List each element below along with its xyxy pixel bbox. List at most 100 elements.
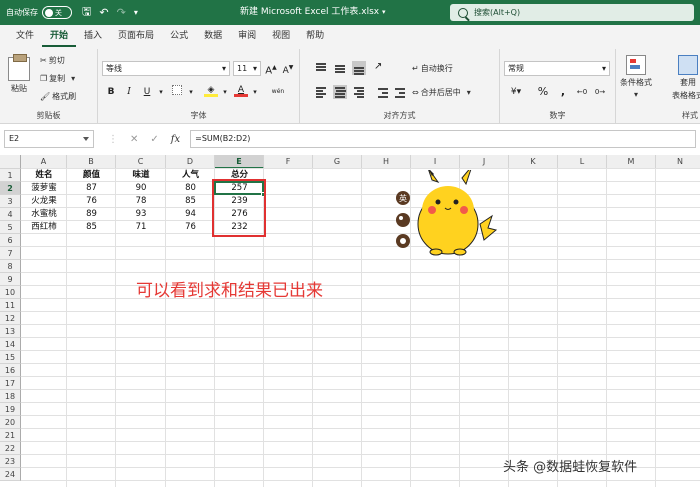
cell-a4[interactable]: 水蜜桃 (21, 208, 67, 221)
column-header-e[interactable]: E (215, 155, 264, 169)
row-header-24[interactable]: 24 (0, 468, 21, 481)
row-header-13[interactable]: 13 (0, 325, 21, 338)
cell-d2[interactable]: 80 (166, 182, 215, 195)
cell-b3[interactable]: 76 (67, 195, 116, 208)
row-header-10[interactable]: 10 (0, 286, 21, 299)
row-header-23[interactable]: 23 (0, 455, 21, 468)
column-header-j[interactable]: J (460, 155, 509, 169)
underline-button[interactable]: U (140, 85, 154, 99)
row-header-21[interactable]: 21 (0, 429, 21, 442)
tab-help[interactable]: 帮助 (298, 25, 332, 47)
increase-indent-icon[interactable] (393, 85, 407, 99)
cell-c5[interactable]: 71 (116, 221, 166, 234)
row-header-14[interactable]: 14 (0, 338, 21, 351)
cell-b4[interactable]: 89 (67, 208, 116, 221)
border-dropdown-icon[interactable]: ▾ (184, 85, 198, 99)
column-header-l[interactable]: L (558, 155, 607, 169)
fill-color-icon[interactable]: ◈ (204, 83, 218, 97)
border-icon[interactable] (170, 85, 184, 99)
insert-function-icon[interactable]: fx (171, 134, 180, 145)
worksheet-grid[interactable]: A B C D E F G H I J K L M N 1 2 3 4 5 6 7 8 9 10 11 12 13 14 15 16 17 1… (0, 155, 700, 487)
merge-center-button[interactable]: ⇔ 合并后居中 ▾ (412, 87, 471, 98)
align-top-icon[interactable] (314, 61, 328, 75)
redo-icon[interactable]: ↷ (117, 6, 126, 19)
customize-icon[interactable]: ▾ (134, 8, 138, 17)
row-header-1[interactable]: 1 (0, 169, 21, 182)
row-header-3[interactable]: 3 (0, 195, 21, 208)
cell-a3[interactable]: 火龙果 (21, 195, 67, 208)
tab-home[interactable]: 开始 (42, 25, 77, 47)
column-header-f[interactable]: F (264, 155, 313, 169)
align-bottom-icon[interactable] (352, 61, 366, 75)
column-header-h[interactable]: H (362, 155, 411, 169)
column-header-c[interactable]: C (116, 155, 166, 169)
select-all-corner[interactable] (0, 155, 21, 169)
decrease-indent-icon[interactable] (376, 85, 390, 99)
cell-c2[interactable]: 90 (116, 182, 166, 195)
row-header-2[interactable]: 2 (0, 182, 21, 195)
increase-font-icon[interactable]: A▲ (264, 61, 278, 76)
underline-dropdown-icon[interactable]: ▾ (154, 85, 168, 99)
tab-view[interactable]: 视图 (264, 25, 298, 47)
orientation-icon[interactable]: ↗ (374, 61, 388, 75)
row-header-15[interactable]: 15 (0, 351, 21, 364)
row-header-19[interactable]: 19 (0, 403, 21, 416)
save-icon[interactable]: 🖫 (82, 3, 91, 22)
tab-review[interactable]: 审阅 (230, 25, 264, 47)
column-header-m[interactable]: M (607, 155, 656, 169)
row-header-11[interactable]: 11 (0, 299, 21, 312)
header-cell-a1[interactable]: 姓名 (21, 169, 67, 182)
chevron-down-icon[interactable]: ▾ (382, 8, 386, 16)
currency-icon[interactable]: ¥▾ (506, 85, 526, 99)
column-header-g[interactable]: G (313, 155, 362, 169)
tab-page-layout[interactable]: 页面布局 (110, 25, 162, 47)
cell-a2[interactable]: 菠萝蜜 (21, 182, 67, 195)
row-header-7[interactable]: 7 (0, 247, 21, 260)
comma-button[interactable]: , (556, 85, 570, 99)
align-right-icon[interactable] (352, 85, 366, 99)
fill-dropdown-icon[interactable]: ▾ (218, 85, 232, 99)
undo-icon[interactable]: ↶ (99, 6, 108, 19)
document-title[interactable]: 新建 Microsoft Excel 工作表.xlsx ▾ (240, 0, 385, 25)
row-header-5[interactable]: 5 (0, 221, 21, 234)
row-header-17[interactable]: 17 (0, 377, 21, 390)
font-color-icon[interactable]: A (234, 83, 248, 97)
column-header-k[interactable]: K (509, 155, 558, 169)
increase-decimal-icon[interactable]: ←0 (574, 85, 590, 99)
row-header-16[interactable]: 16 (0, 364, 21, 377)
search-box[interactable]: 搜索(Alt+Q) (450, 4, 694, 21)
format-as-table-button[interactable]: 套用 表格格式 (672, 55, 700, 101)
row-header-6[interactable]: 6 (0, 234, 21, 247)
autosave[interactable]: 自动保存 关 (6, 6, 72, 19)
tab-file[interactable]: 文件 (8, 25, 42, 47)
phonetic-icon[interactable]: wén (266, 85, 290, 99)
percent-button[interactable]: % (536, 85, 550, 99)
cell-a5[interactable]: 西红柿 (21, 221, 67, 234)
enter-icon[interactable]: ✓ (150, 134, 158, 145)
cell-c4[interactable]: 93 (116, 208, 166, 221)
cell-c3[interactable]: 78 (116, 195, 166, 208)
italic-button[interactable]: I (122, 85, 136, 99)
row-header-20[interactable]: 20 (0, 416, 21, 429)
row-header-12[interactable]: 12 (0, 312, 21, 325)
tab-formulas[interactable]: 公式 (162, 25, 196, 47)
row-header-22[interactable]: 22 (0, 442, 21, 455)
format-painter-button[interactable]: 🖌 格式刷 (40, 91, 76, 102)
header-cell-c1[interactable]: 味道 (116, 169, 166, 182)
column-header-b[interactable]: B (67, 155, 116, 169)
cell-b5[interactable]: 85 (67, 221, 116, 234)
font-size-select[interactable]: 11 ▾ (233, 61, 261, 76)
wrap-text-button[interactable]: ↵ 自动换行 (412, 63, 453, 74)
decrease-font-icon[interactable]: A▼ (281, 61, 295, 76)
conditional-format-button[interactable]: 条件格式 ▾ (620, 55, 652, 99)
tab-data[interactable]: 数据 (196, 25, 230, 47)
column-header-n[interactable]: N (656, 155, 700, 169)
cell-d4[interactable]: 94 (166, 208, 215, 221)
align-center-icon[interactable] (333, 85, 347, 99)
row-header-4[interactable]: 4 (0, 208, 21, 221)
row-header-9[interactable]: 9 (0, 273, 21, 286)
decrease-decimal-icon[interactable]: 0→ (592, 85, 608, 99)
row-header-8[interactable]: 8 (0, 260, 21, 273)
align-left-icon[interactable] (314, 85, 328, 99)
formula-input[interactable]: =SUM(B2:D2) (190, 130, 696, 148)
